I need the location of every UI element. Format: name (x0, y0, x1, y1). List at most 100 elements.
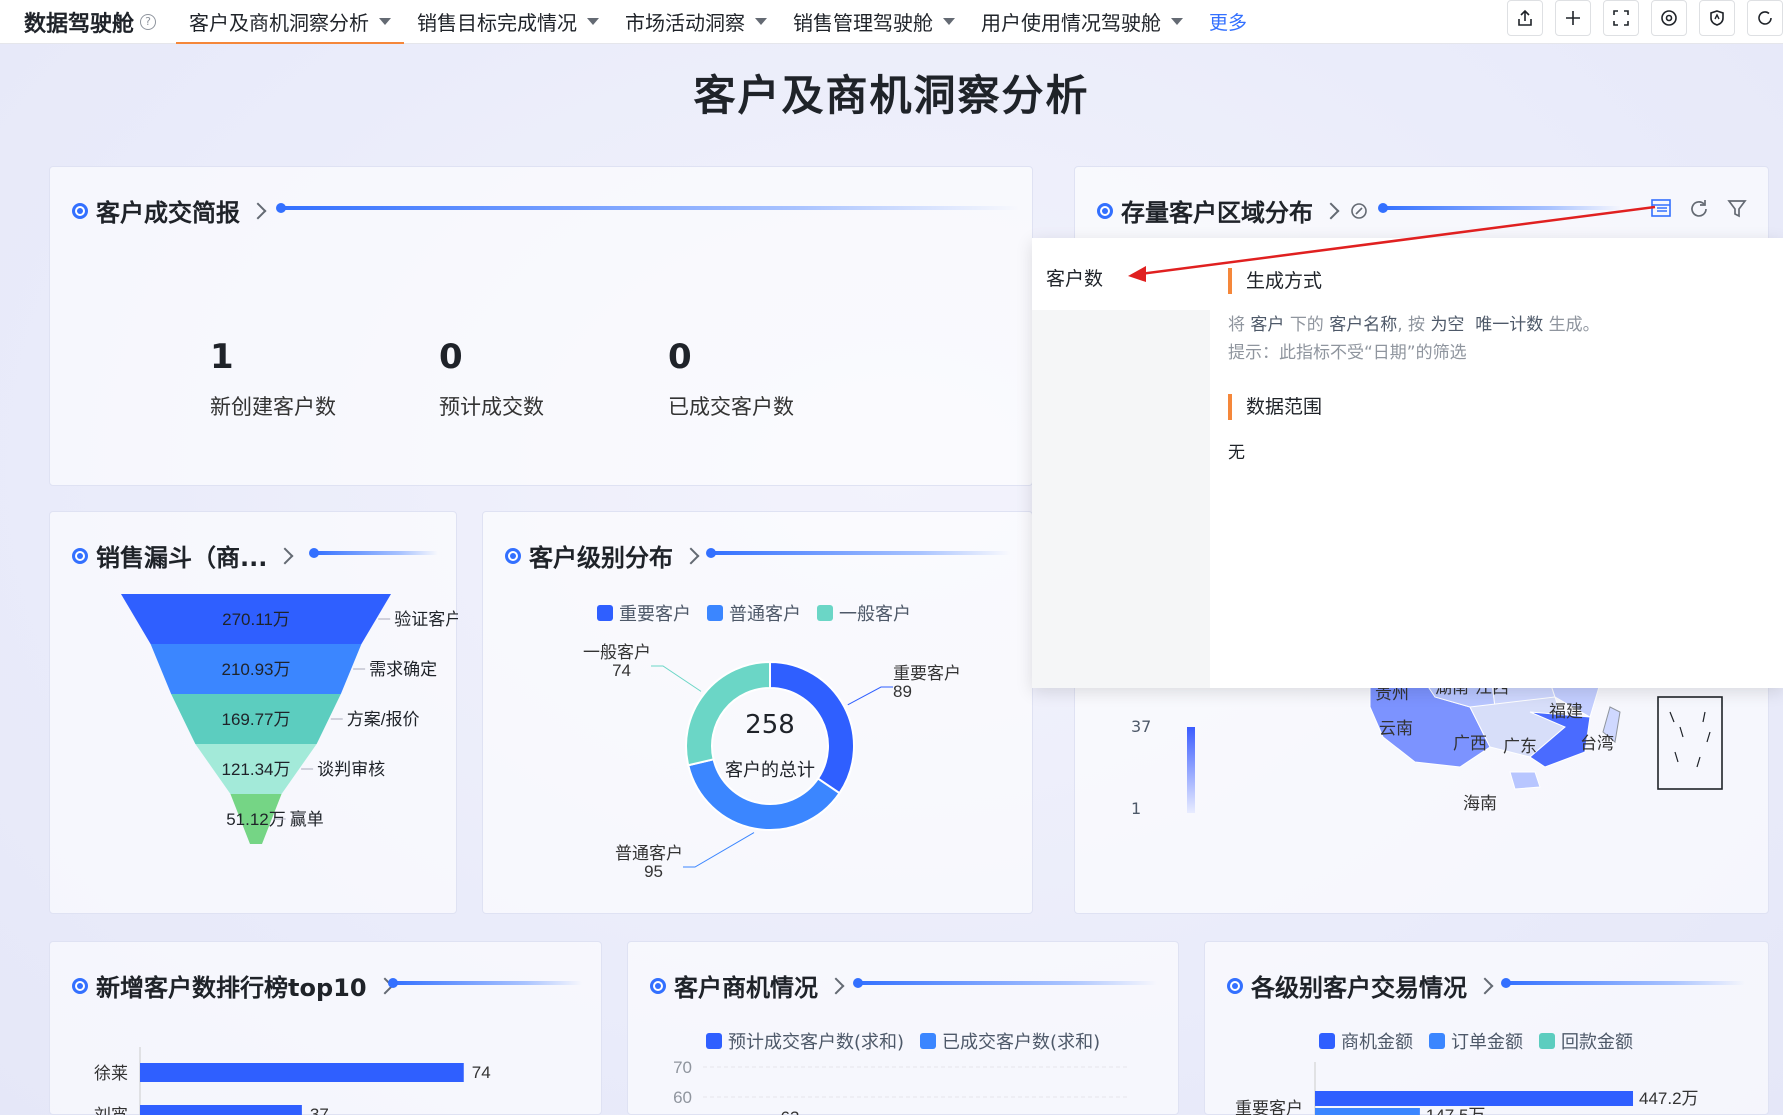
kpi-value: 0 (668, 337, 692, 377)
tab-label: 用户使用情况驾驶舱 (981, 11, 1162, 35)
desc-field: 客户 (1250, 315, 1285, 335)
refresh-icon[interactable] (1747, 0, 1783, 36)
tab-1[interactable]: 销售目标完成情况 (404, 0, 612, 44)
popup-metric-item[interactable]: 客户数 (1032, 238, 1210, 310)
dashed-border (1669, 711, 1711, 768)
tab-2[interactable]: 市场活动洞察 (612, 0, 780, 44)
title-decor-line (276, 203, 1020, 213)
legend-max-label: 37 (1131, 717, 1152, 736)
opps-card: 客户商机情况 预计成交客户数(求和)已成交客户数(求和) 706063 (627, 941, 1179, 1115)
funnel-category-label: 方案/报价 (347, 710, 420, 729)
more-tab[interactable]: 更多 (1196, 0, 1260, 44)
tab-3[interactable]: 销售管理驾驶舱 (780, 0, 968, 44)
rank-category-label: 徐莱 (94, 1064, 128, 1083)
legend-min-label: 1 (1131, 799, 1142, 818)
popup-hint: 提示：此指标不受“日期”的筛选 (1228, 343, 1467, 363)
rank-value-label: 74 (472, 1063, 491, 1082)
chevron-right-icon[interactable] (1322, 202, 1340, 219)
title-dot-icon (1097, 202, 1113, 219)
tab-0[interactable]: 客户及商机洞察分析 (176, 0, 405, 45)
kpi-value: 0 (439, 337, 463, 377)
card-title[interactable]: 客户成交简报 (72, 193, 276, 228)
opps-bar-chart: 70 60 63 (673, 1058, 1128, 1115)
funnel-category-label: 赢单 (290, 810, 324, 829)
add-icon[interactable] (1555, 0, 1591, 36)
map-region-hainan[interactable] (1509, 771, 1541, 790)
funnel-card: 销售漏斗（商... 270.11万 验证客户 210.93万 需求确定 169.77万方… (49, 511, 458, 914)
desc-part: , 按 (1397, 315, 1426, 335)
rank-bar-chart: 徐莱 74 刘宵 37 (94, 1047, 491, 1115)
y-tick-label: 70 (673, 1058, 692, 1077)
desc-part: 将 (1228, 315, 1245, 335)
filter-icon[interactable] (1725, 197, 1749, 221)
map-label-taiwan: 台湾 (1580, 734, 1614, 754)
dashboard-tabs: 客户及商机洞察分析 销售目标完成情况 市场活动洞察 销售管理驾驶舱 用户使用情况驾驶舱 更… (176, 0, 1260, 45)
page-title: 客户及商机洞察分析 (693, 71, 1090, 120)
levels-card: 客户级别分布 重要客户 普通客户 一般客户 重要客户 89 普通客户 95 一般客户 74 2… (482, 511, 1033, 914)
funnel-value-label: 270.11万 (222, 610, 290, 629)
trade-card: 各级别客户交易情况 商机金额订单金额回款金额 重要客户447.2万147.5万 (1204, 941, 1769, 1115)
popup-section-generation: 生成方式 (1228, 268, 1322, 294)
rank-category-label: 刘宵 (94, 1106, 128, 1115)
donut-category-label: 普通客户 (615, 844, 683, 863)
rank-bar[interactable] (140, 1105, 302, 1115)
settings-icon[interactable] (1651, 0, 1687, 36)
help-icon[interactable]: ? (140, 13, 157, 30)
share-icon[interactable] (1507, 0, 1543, 36)
desc-field: 唯一计数 (1475, 315, 1544, 335)
link-icon[interactable] (1349, 201, 1369, 221)
funnel-category-label: 验证客户 (394, 610, 458, 629)
popup-description: 将 客户 下的 客户名称, 按 为空 唯一计数 生成。 (1228, 310, 1600, 335)
tab-label: 销售管理驾驶舱 (793, 11, 934, 35)
kpi-value: 1 (210, 337, 234, 377)
kpi-closed-customers: 0 已成交客户数 (668, 337, 794, 421)
donut-value-label: 95 (644, 862, 663, 881)
tab-label: 客户及商机洞察分析 (189, 11, 370, 35)
map-label-yunnan: 云南 (1379, 719, 1413, 739)
trade-bar[interactable] (1315, 1091, 1634, 1106)
newrank-card: 新增客户数排行榜top10 徐莱74刘宵37 (49, 941, 602, 1115)
map-label-fujian: 福建 (1549, 702, 1583, 722)
trade-bar[interactable] (1315, 1108, 1420, 1115)
metric-info-popup: 客户数 生成方式 将 客户 下的 客户名称, 按 为空 唯一计数 生成。 提示：… (1032, 238, 1783, 688)
china-map (1187, 667, 1723, 813)
funnel-category-label: 需求确定 (369, 660, 437, 679)
rank-bar[interactable] (140, 1063, 464, 1082)
caret-down-icon (379, 18, 392, 25)
donut-category-label: 重要客户 (893, 664, 961, 683)
donut-center-label: 客户的总计 (725, 760, 815, 781)
brief-title: 客户成交简报 (96, 199, 240, 227)
caret-down-icon (587, 18, 600, 25)
donut-center-value: 258 (745, 710, 795, 740)
map-label-hainan: 海南 (1463, 794, 1497, 814)
fullscreen-icon[interactable] (1603, 0, 1639, 36)
tab-4[interactable]: 用户使用情况驾驶舱 (968, 0, 1196, 44)
trade-value-label: 147.5万 (1426, 1106, 1486, 1115)
card-title[interactable]: 存量客户区域分布 (1097, 193, 1369, 228)
popup-range-value: 无 (1228, 443, 1245, 463)
kpi-label: 已成交客户数 (668, 395, 794, 419)
desc-field: 客户名称 (1329, 315, 1398, 335)
toolbar (1507, 0, 1783, 44)
chevron-right-icon[interactable] (249, 202, 267, 219)
caret-down-icon (943, 18, 956, 25)
donut-value-label: 74 (612, 661, 631, 680)
app-title-text: 数据驾驶舱 (24, 11, 135, 37)
tab-label: 销售目标完成情况 (417, 11, 578, 35)
kpi-new-customers: 1 新创建客户数 (210, 337, 336, 421)
y-tick-label: 60 (673, 1088, 692, 1107)
desc-part: 下的 (1289, 315, 1324, 335)
shield-icon[interactable] (1699, 0, 1735, 36)
table-view-icon[interactable] (1649, 197, 1673, 221)
brief-card: 客户成交简报 1 新创建客户数 0 预计成交数 0 已成交客户数 (49, 166, 1033, 486)
donut-leader-line (651, 665, 702, 692)
app-title: 数据驾驶舱? (24, 6, 157, 38)
caret-down-icon (755, 18, 768, 25)
donut-category-label: 一般客户 (583, 643, 651, 662)
trade-value-label: 447.2万 (1639, 1089, 1699, 1108)
kpi-label: 新创建客户数 (210, 395, 336, 419)
refresh-icon[interactable] (1687, 197, 1711, 221)
region-title: 存量客户区域分布 (1121, 199, 1313, 227)
title-decor-line (1378, 203, 1622, 213)
funnel-value-label: 121.34万 (222, 760, 291, 779)
